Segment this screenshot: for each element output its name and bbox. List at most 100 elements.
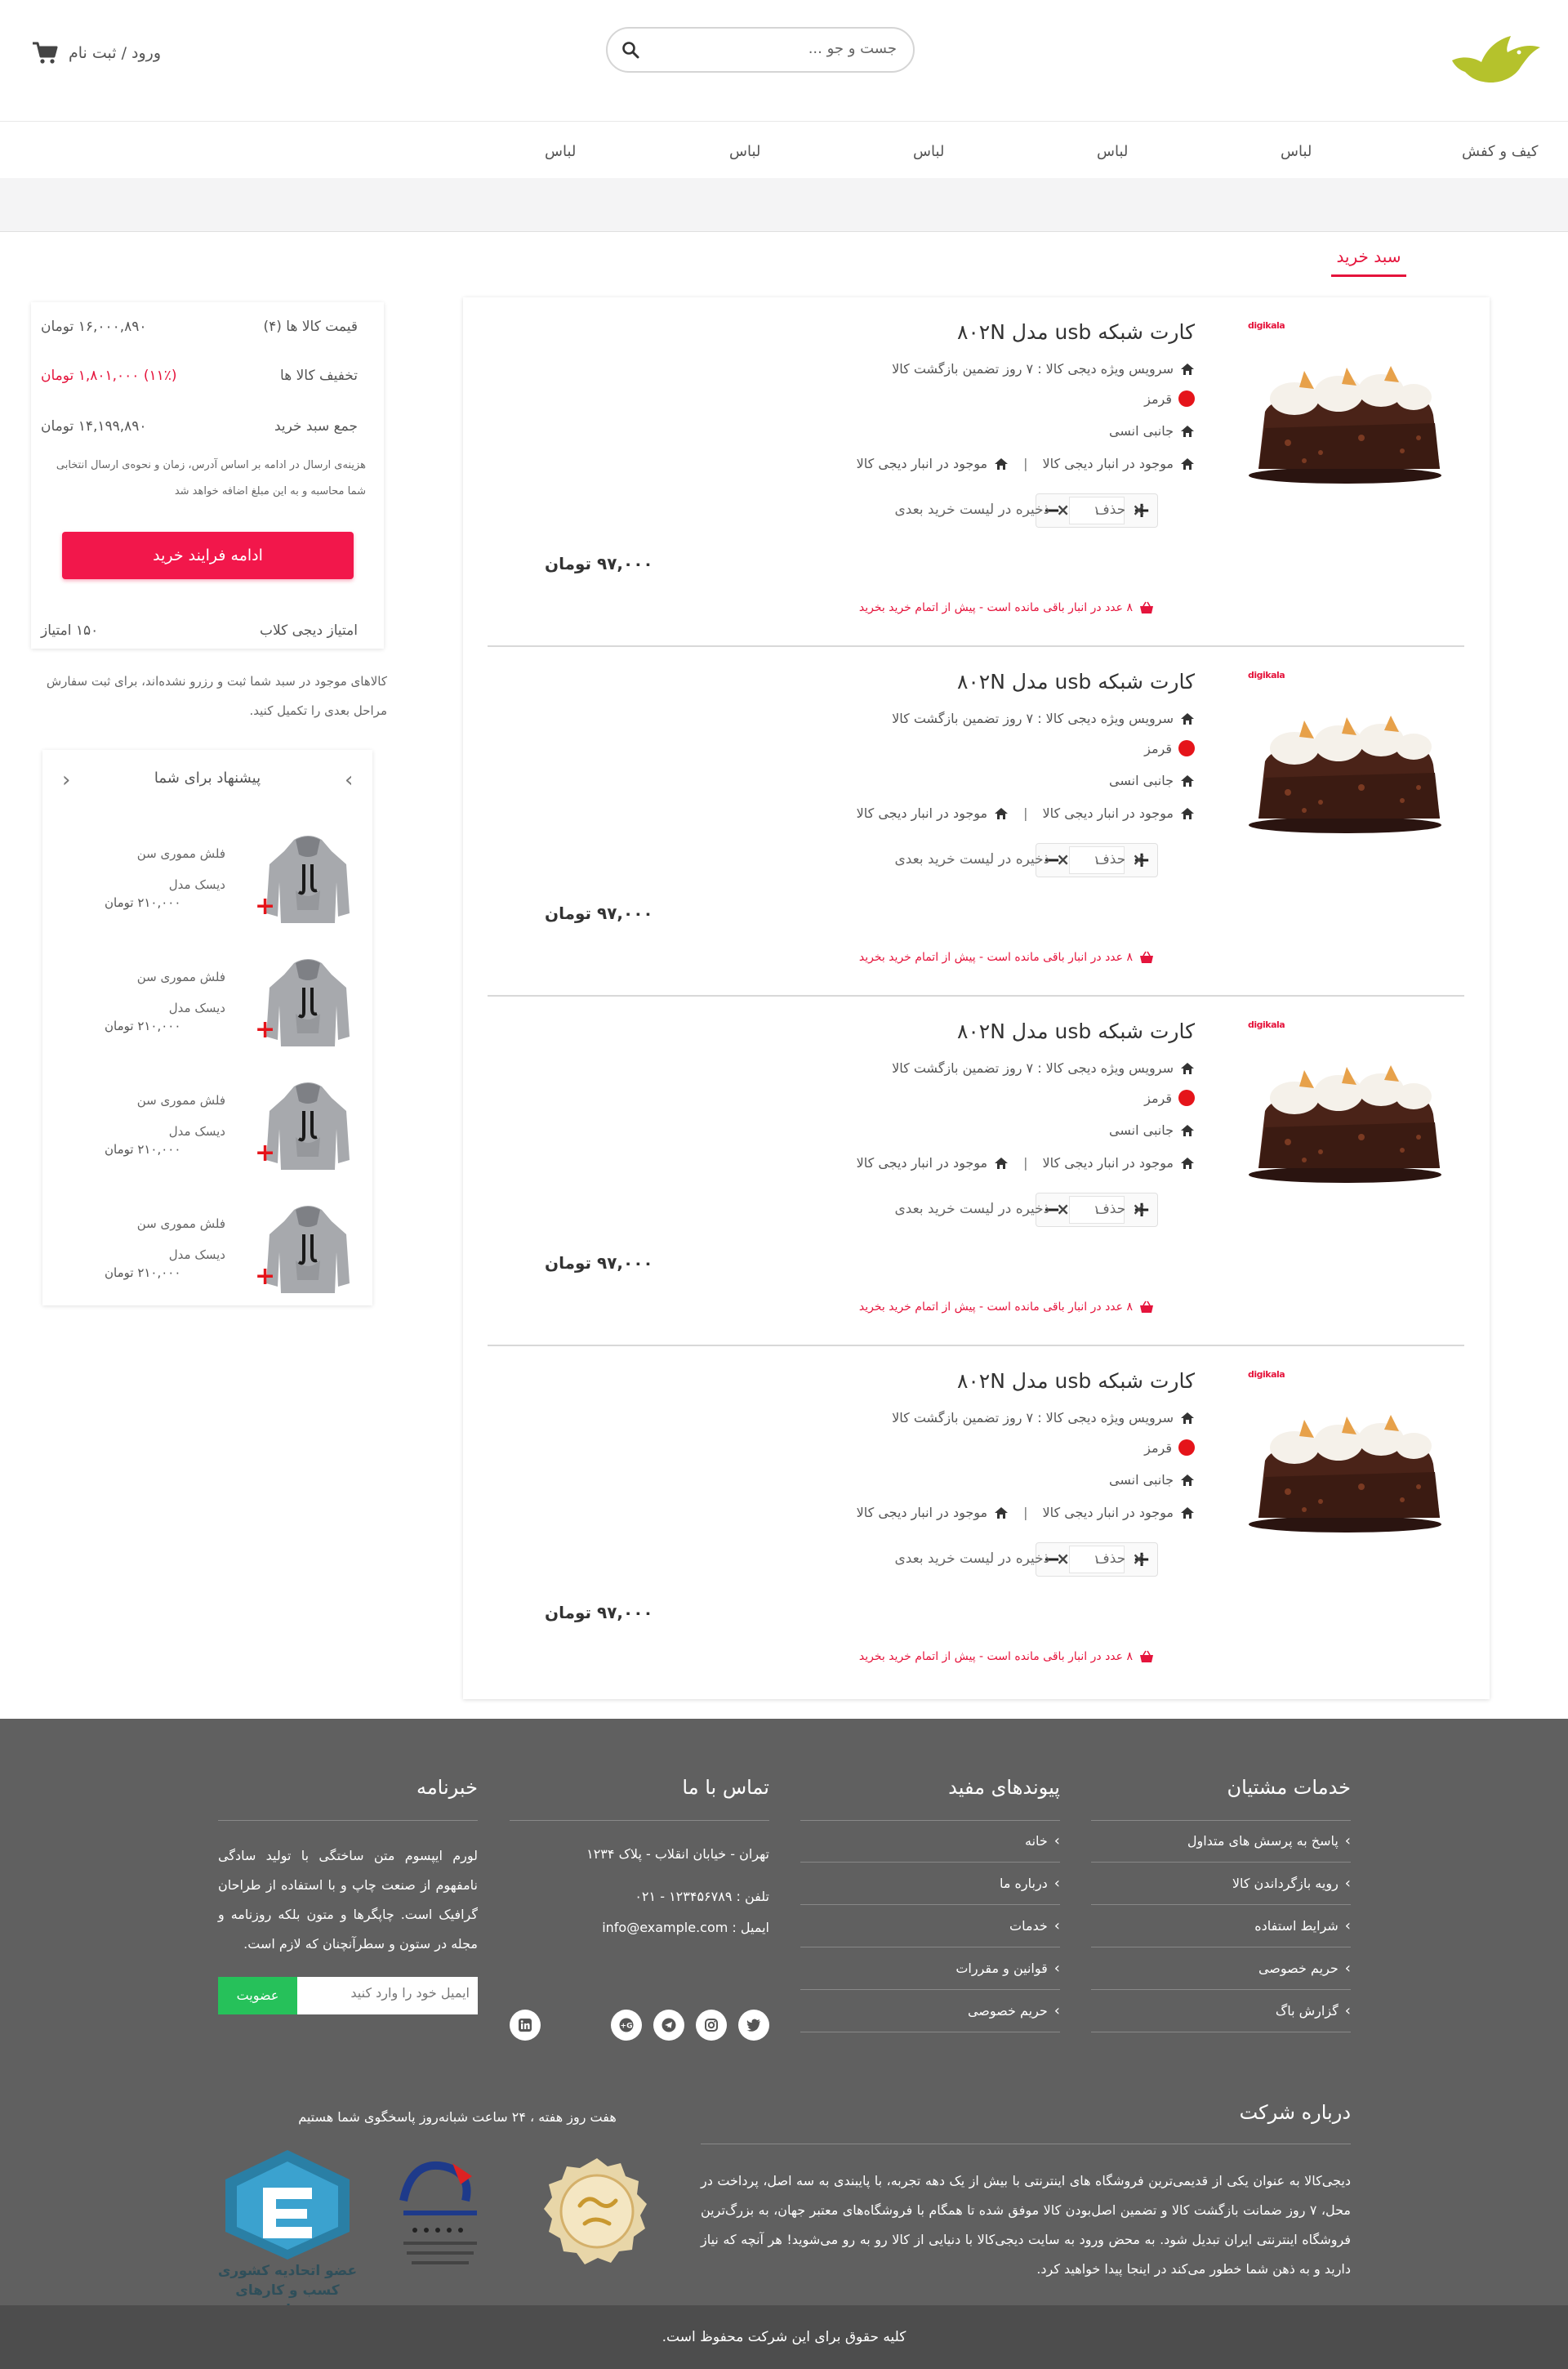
footer-link[interactable]: › حریم خصوصی	[800, 1990, 1060, 2032]
cart-icon[interactable]	[31, 41, 59, 65]
product-title[interactable]: کارت شبکه usb مدل ۸۰۲N	[957, 1019, 1195, 1043]
enamad-seal-icon[interactable]	[541, 2155, 653, 2268]
google-plus-icon[interactable]: G+	[611, 2010, 642, 2041]
search-icon[interactable]	[621, 40, 640, 60]
nav-item-clothing[interactable]: لباس	[913, 143, 944, 160]
brand-logo: digikala	[1248, 1369, 1285, 1380]
suggestion-name[interactable]: فلش مموری سن دیسک مدل	[127, 1208, 225, 1270]
footer-link-label: درباره ما	[999, 1876, 1048, 1891]
linkedin-icon[interactable]	[510, 2010, 541, 2041]
service-row: سرویس ویژه دیجی کالا : ۷ روز تضمین بازگش…	[892, 1410, 1195, 1425]
login-register-link[interactable]: ورود / ثبت نام	[69, 44, 161, 62]
add-to-cart-button[interactable]: +	[255, 892, 275, 921]
hoodie-product-image[interactable]	[263, 1202, 353, 1300]
item-price: ۹۷,۰۰۰ تومان	[545, 1253, 653, 1273]
footer-link-label: رویه بازگرداندن کالا	[1232, 1876, 1339, 1891]
suggestion-item[interactable]: فلش مموری سن دیسک مدل ۲۱۰,۰۰۰ تومان +	[42, 947, 372, 1069]
chevron-left-icon[interactable]: ‹	[62, 768, 70, 792]
home-icon	[1181, 425, 1194, 437]
twitter-icon[interactable]	[738, 2010, 769, 2041]
footer-link-label: حریم خصوصی	[967, 2003, 1048, 2019]
service-text: سرویس ویژه دیجی کالا : ۷ روز تضمین بازگش…	[892, 361, 1174, 377]
save-for-later-button[interactable]: × ذخیره در لیست خرید بعدی	[894, 850, 1070, 869]
suggestion-name[interactable]: فلش مموری سن دیسک مدل	[127, 1085, 225, 1147]
save-for-later-button[interactable]: × ذخیره در لیست خرید بعدی	[894, 1199, 1070, 1219]
save-for-later-button[interactable]: × ذخیره در لیست خرید بعدی	[894, 1549, 1070, 1568]
suggestion-name[interactable]: فلش مموری سن دیسک مدل	[127, 838, 225, 900]
chevron-left-icon: ›	[1054, 1917, 1060, 1934]
nav-item-clothing[interactable]: لباس	[545, 143, 576, 160]
footer-services-title: خدمات مشتیان	[1227, 1776, 1351, 1799]
contact-email[interactable]: ایمیل : info@example.com	[602, 1920, 769, 1935]
product-title[interactable]: کارت شبکه usb مدل ۸۰۲N	[957, 670, 1195, 694]
stock-warning-text: ۸ عدد در انبار باقی مانده است - پیش از ا…	[858, 601, 1133, 614]
nav-item-clothing[interactable]: لباس	[729, 143, 760, 160]
checkout-button[interactable]: ادامه فرایند خرید	[62, 532, 354, 579]
auth-area: ورود / ثبت نام	[31, 41, 161, 65]
home-icon	[1181, 712, 1194, 725]
chevron-left-icon: ›	[1054, 2002, 1060, 2019]
nav-item-clothing[interactable]: لباس	[1097, 143, 1128, 160]
delete-button[interactable]: × حذف	[1095, 850, 1146, 869]
stock-text: موجود در انبار دیجی کالا	[1042, 1505, 1174, 1520]
total-label: جمع سبد خرید	[274, 418, 358, 435]
newsletter-email-input[interactable]: ایمیل خود را وارد کنید	[297, 1977, 478, 2014]
delete-button[interactable]: × حذف	[1095, 500, 1146, 520]
footer-link[interactable]: › درباره ما	[800, 1863, 1060, 1905]
union-badge[interactable]: عضو اتحادیه کشوری کسب و کارهای مجازی	[214, 2147, 361, 2318]
add-to-cart-button[interactable]: +	[255, 1015, 275, 1044]
footer-link[interactable]: › قوانین و مقررات	[800, 1947, 1060, 1990]
telegram-icon[interactable]	[653, 2010, 684, 2041]
footer-link[interactable]: › شرایط استفاده	[1091, 1905, 1351, 1947]
delete-button[interactable]: × حذف	[1095, 1549, 1146, 1568]
newsletter-subscribe-button[interactable]: عضویت	[218, 1977, 297, 2014]
home-icon	[995, 457, 1009, 470]
samandehi-badge-icon[interactable]	[387, 2152, 493, 2282]
footer-link[interactable]: › خدمات	[800, 1905, 1060, 1947]
hoodie-product-image[interactable]	[263, 955, 353, 1053]
close-icon: ×	[1056, 500, 1070, 520]
footer-link[interactable]: › پاسخ به پرسش های متداول	[1091, 1820, 1351, 1863]
product-title[interactable]: کارت شبکه usb مدل ۸۰۲N	[957, 320, 1195, 344]
svg-text:G+: G+	[621, 2023, 633, 2031]
suggestion-name[interactable]: فلش مموری سن دیسک مدل	[127, 961, 225, 1024]
product-title[interactable]: کارت شبکه usb مدل ۸۰۲N	[957, 1369, 1195, 1393]
footer-link[interactable]: › رویه بازگرداندن کالا	[1091, 1863, 1351, 1905]
stock-row: موجود در انبار دیجی کالا | موجود در انبا…	[857, 805, 1195, 821]
suggestion-item[interactable]: فلش مموری سن دیسک مدل ۲۱۰,۰۰۰ تومان +	[42, 1193, 372, 1316]
delete-button[interactable]: × حذف	[1095, 1199, 1146, 1219]
product-image[interactable]	[1247, 1046, 1443, 1193]
add-to-cart-button[interactable]: +	[255, 1262, 275, 1291]
search-box[interactable]: جست و جو ...	[606, 27, 915, 73]
separator: |	[1023, 456, 1028, 471]
chevron-left-icon: ›	[1344, 1917, 1351, 1934]
footer-link[interactable]: › حریم خصوصی	[1091, 1947, 1351, 1990]
suggestion-item[interactable]: فلش مموری سن دیسک مدل ۲۱۰,۰۰۰ تومان +	[42, 1070, 372, 1193]
instagram-icon[interactable]	[696, 2010, 727, 2041]
bird-logo-icon[interactable]	[1446, 25, 1544, 90]
separator: |	[1023, 1155, 1028, 1171]
discount-label: تخفیف کالا ها	[280, 368, 358, 384]
suggestion-item[interactable]: فلش مموری سن دیسک مدل ۲۱۰,۰۰۰ تومان +	[42, 823, 372, 946]
footer-link[interactable]: › گزارش باگ	[1091, 1990, 1351, 2032]
nav-item-clothing[interactable]: لباس	[1281, 143, 1312, 160]
save-for-later-button[interactable]: × ذخیره در لیست خرید بعدی	[894, 500, 1070, 520]
hoodie-product-image[interactable]	[263, 832, 353, 930]
hoodie-product-image[interactable]	[263, 1078, 353, 1176]
chevron-right-icon[interactable]: ›	[345, 768, 353, 792]
home-icon	[1181, 774, 1194, 787]
item-price: ۹۷,۰۰۰ تومان	[545, 1603, 653, 1622]
add-to-cart-button[interactable]: +	[255, 1139, 275, 1167]
footer-link[interactable]: › خانه	[800, 1820, 1060, 1863]
product-image[interactable]	[1247, 346, 1443, 493]
product-image[interactable]	[1247, 696, 1443, 843]
stock-warning: ۸ عدد در انبار باقی مانده است - پیش از ا…	[859, 1300, 1154, 1314]
product-image[interactable]	[1247, 1395, 1443, 1542]
total-value: ۱۴,۱۹۹,۸۹۰ تومان	[41, 418, 147, 435]
nav-item-bags-shoes[interactable]: کیف و کفش	[1462, 143, 1538, 160]
tab-cart[interactable]: سبد خرید	[1331, 247, 1406, 277]
stock-row: موجود در انبار دیجی کالا | موجود در انبا…	[857, 1505, 1195, 1520]
home-icon	[1181, 457, 1194, 470]
separator: |	[1023, 805, 1028, 821]
divider	[218, 1820, 478, 1821]
